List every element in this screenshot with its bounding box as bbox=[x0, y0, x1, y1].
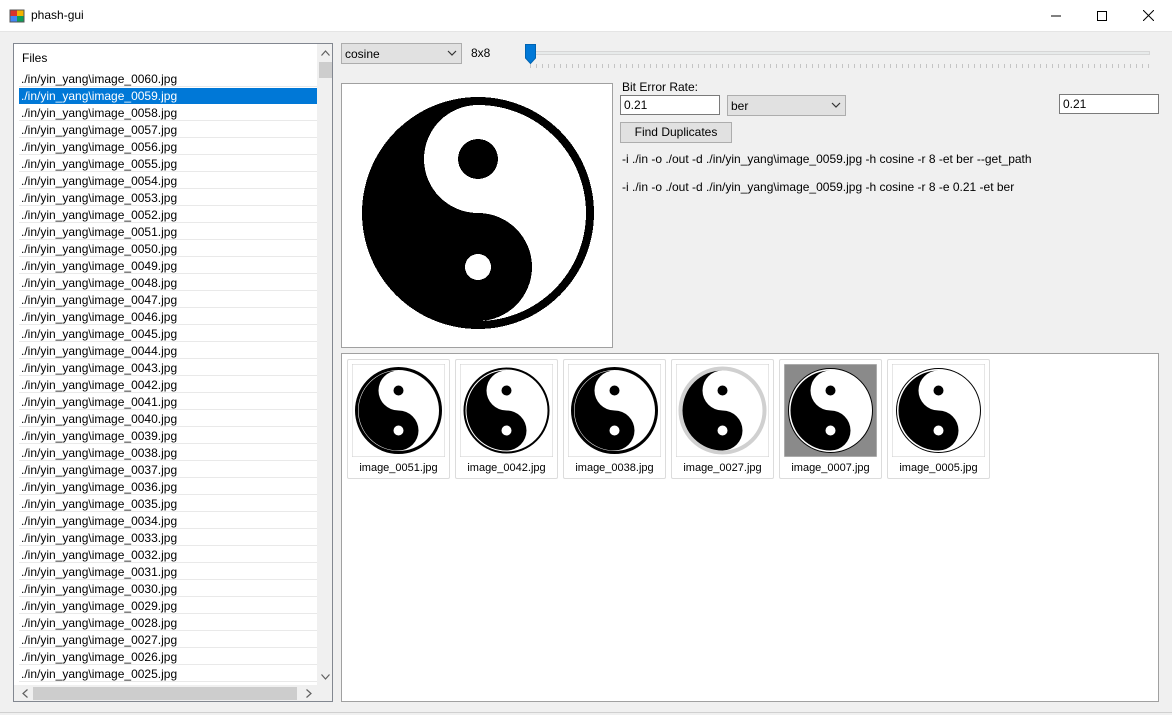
result-thumbnail bbox=[568, 364, 661, 457]
result-item[interactable]: image_0042.jpg bbox=[455, 359, 558, 479]
vertical-scroll-thumb[interactable] bbox=[319, 62, 332, 78]
result-item[interactable]: image_0038.jpg bbox=[563, 359, 666, 479]
scroll-right-arrow-icon[interactable] bbox=[300, 685, 317, 701]
metric-value: ber bbox=[731, 99, 749, 113]
file-list-item[interactable]: ./in/yin_yang\image_0041.jpg bbox=[19, 394, 317, 410]
file-list-item[interactable]: ./in/yin_yang\image_0053.jpg bbox=[19, 190, 317, 206]
file-list-item[interactable]: ./in/yin_yang\image_0036.jpg bbox=[19, 479, 317, 495]
result-filename: image_0042.jpg bbox=[467, 462, 546, 474]
file-list-item[interactable]: ./in/yin_yang\image_0050.jpg bbox=[19, 241, 317, 257]
file-list-item[interactable]: ./in/yin_yang\image_0058.jpg bbox=[19, 105, 317, 121]
result-item[interactable]: image_0027.jpg bbox=[671, 359, 774, 479]
minimize-icon bbox=[1051, 15, 1061, 16]
result-thumbnail bbox=[784, 364, 877, 457]
file-list-item[interactable]: ./in/yin_yang\image_0043.jpg bbox=[19, 360, 317, 376]
file-list-item[interactable]: ./in/yin_yang\image_0055.jpg bbox=[19, 156, 317, 172]
bit-error-rate-label: Bit Error Rate: bbox=[622, 80, 699, 94]
scroll-down-arrow-icon[interactable] bbox=[317, 668, 332, 685]
hash-method-select[interactable]: cosine bbox=[341, 43, 462, 64]
result-filename: image_0027.jpg bbox=[683, 462, 762, 474]
hash-size-slider[interactable] bbox=[530, 51, 1150, 55]
scroll-left-arrow-icon[interactable] bbox=[16, 685, 33, 701]
bit-error-rate-input[interactable]: 0.21 bbox=[620, 95, 720, 115]
result-thumbnail bbox=[892, 364, 985, 457]
app-icon bbox=[9, 9, 25, 23]
file-list-item[interactable]: ./in/yin_yang\image_0049.jpg bbox=[19, 258, 317, 274]
window-bottom-border bbox=[0, 712, 1172, 713]
file-list-item[interactable]: ./in/yin_yang\image_0026.jpg bbox=[19, 649, 317, 665]
file-list-item[interactable]: ./in/yin_yang\image_0059.jpg bbox=[19, 88, 317, 104]
file-list-item[interactable]: ./in/yin_yang\image_0044.jpg bbox=[19, 343, 317, 359]
file-list-item[interactable]: ./in/yin_yang\image_0035.jpg bbox=[19, 496, 317, 512]
close-icon bbox=[1142, 10, 1154, 21]
file-list-item[interactable]: ./in/yin_yang\image_0054.jpg bbox=[19, 173, 317, 189]
file-list[interactable]: Files ./in/yin_yang\image_0060.jpg ./in/y… bbox=[13, 43, 333, 702]
result-item[interactable]: image_0007.jpg bbox=[779, 359, 882, 479]
scroll-up-arrow-icon[interactable] bbox=[317, 44, 332, 61]
file-list-item[interactable]: ./in/yin_yang\image_0040.jpg bbox=[19, 411, 317, 427]
maximize-icon bbox=[1097, 10, 1107, 21]
minimize-button[interactable] bbox=[1033, 0, 1079, 31]
file-list-item[interactable]: ./in/yin_yang\image_0039.jpg bbox=[19, 428, 317, 444]
file-list-item[interactable]: ./in/yin_yang\image_0030.jpg bbox=[19, 581, 317, 597]
file-list-item[interactable]: ./in/yin_yang\image_0038.jpg bbox=[19, 445, 317, 461]
file-list-item[interactable]: ./in/yin_yang\image_0032.jpg bbox=[19, 547, 317, 563]
window-title: phash-gui bbox=[31, 8, 84, 22]
file-list-item[interactable]: ./in/yin_yang\image_0046.jpg bbox=[19, 309, 317, 325]
command-line-2: -i ./in -o ./out -d ./in/yin_yang\image_… bbox=[622, 180, 1015, 194]
selected-image-preview bbox=[341, 83, 613, 348]
scrollbar-corner bbox=[317, 685, 332, 701]
file-list-item[interactable]: ./in/yin_yang\image_0037.jpg bbox=[19, 462, 317, 478]
file-list-item[interactable]: ./in/yin_yang\image_0047.jpg bbox=[19, 292, 317, 308]
result-filename: image_0051.jpg bbox=[359, 462, 438, 474]
horizontal-scroll-thumb[interactable] bbox=[33, 687, 297, 700]
file-list-item[interactable]: ./in/yin_yang\image_0042.jpg bbox=[19, 377, 317, 393]
find-duplicates-button[interactable]: Find Duplicates bbox=[620, 122, 732, 143]
files-header: Files bbox=[22, 51, 48, 65]
result-filename: image_0038.jpg bbox=[575, 462, 654, 474]
file-list-item[interactable]: ./in/yin_yang\image_0060.jpg bbox=[19, 71, 317, 87]
close-button[interactable] bbox=[1125, 0, 1171, 31]
result-thumbnail bbox=[460, 364, 553, 457]
chevron-down-icon bbox=[447, 50, 457, 56]
file-list-item[interactable]: ./in/yin_yang\image_0052.jpg bbox=[19, 207, 317, 223]
file-list-item[interactable]: ./in/yin_yang\image_0027.jpg bbox=[19, 632, 317, 648]
file-list-item[interactable]: ./in/yin_yang\image_0033.jpg bbox=[19, 530, 317, 546]
slider-thumb[interactable] bbox=[525, 44, 536, 64]
result-item[interactable]: image_0051.jpg bbox=[347, 359, 450, 479]
file-list-item[interactable]: ./in/yin_yang\image_0034.jpg bbox=[19, 513, 317, 529]
title-bar: phash-gui bbox=[0, 0, 1172, 32]
threshold-value-field[interactable]: 0.21 bbox=[1059, 94, 1159, 114]
file-list-item[interactable]: ./in/yin_yang\image_0056.jpg bbox=[19, 139, 317, 155]
result-item[interactable]: image_0005.jpg bbox=[887, 359, 990, 479]
duplicate-results-panel: image_0051.jpg image_0042.jpg image_0038.j… bbox=[341, 353, 1159, 702]
chevron-down-icon bbox=[831, 102, 841, 108]
vertical-scrollbar[interactable] bbox=[317, 44, 332, 685]
file-list-item[interactable]: ./in/yin_yang\image_0029.jpg bbox=[19, 598, 317, 614]
file-list-item[interactable]: ./in/yin_yang\image_0051.jpg bbox=[19, 224, 317, 240]
result-filename: image_0007.jpg bbox=[791, 462, 870, 474]
file-list-item[interactable]: ./in/yin_yang\image_0031.jpg bbox=[19, 564, 317, 580]
result-filename: image_0005.jpg bbox=[899, 462, 978, 474]
result-thumbnail bbox=[676, 364, 769, 457]
command-line-1: -i ./in -o ./out -d ./in/yin_yang\image_… bbox=[622, 152, 1032, 166]
yin-yang-preview-image bbox=[362, 97, 594, 329]
hash-method-value: cosine bbox=[345, 47, 380, 61]
slider-ticks bbox=[530, 64, 1150, 68]
file-list-item[interactable]: ./in/yin_yang\image_0025.jpg bbox=[19, 666, 317, 682]
file-list-item[interactable]: ./in/yin_yang\image_0057.jpg bbox=[19, 122, 317, 138]
file-list-item[interactable]: ./in/yin_yang\image_0028.jpg bbox=[19, 615, 317, 631]
result-thumbnail bbox=[352, 364, 445, 457]
file-list-item[interactable]: ./in/yin_yang\image_0048.jpg bbox=[19, 275, 317, 291]
hash-size-label: 8x8 bbox=[471, 46, 491, 60]
file-list-item[interactable]: ./in/yin_yang\image_0045.jpg bbox=[19, 326, 317, 342]
maximize-button[interactable] bbox=[1079, 0, 1125, 31]
metric-select[interactable]: ber bbox=[727, 95, 846, 116]
